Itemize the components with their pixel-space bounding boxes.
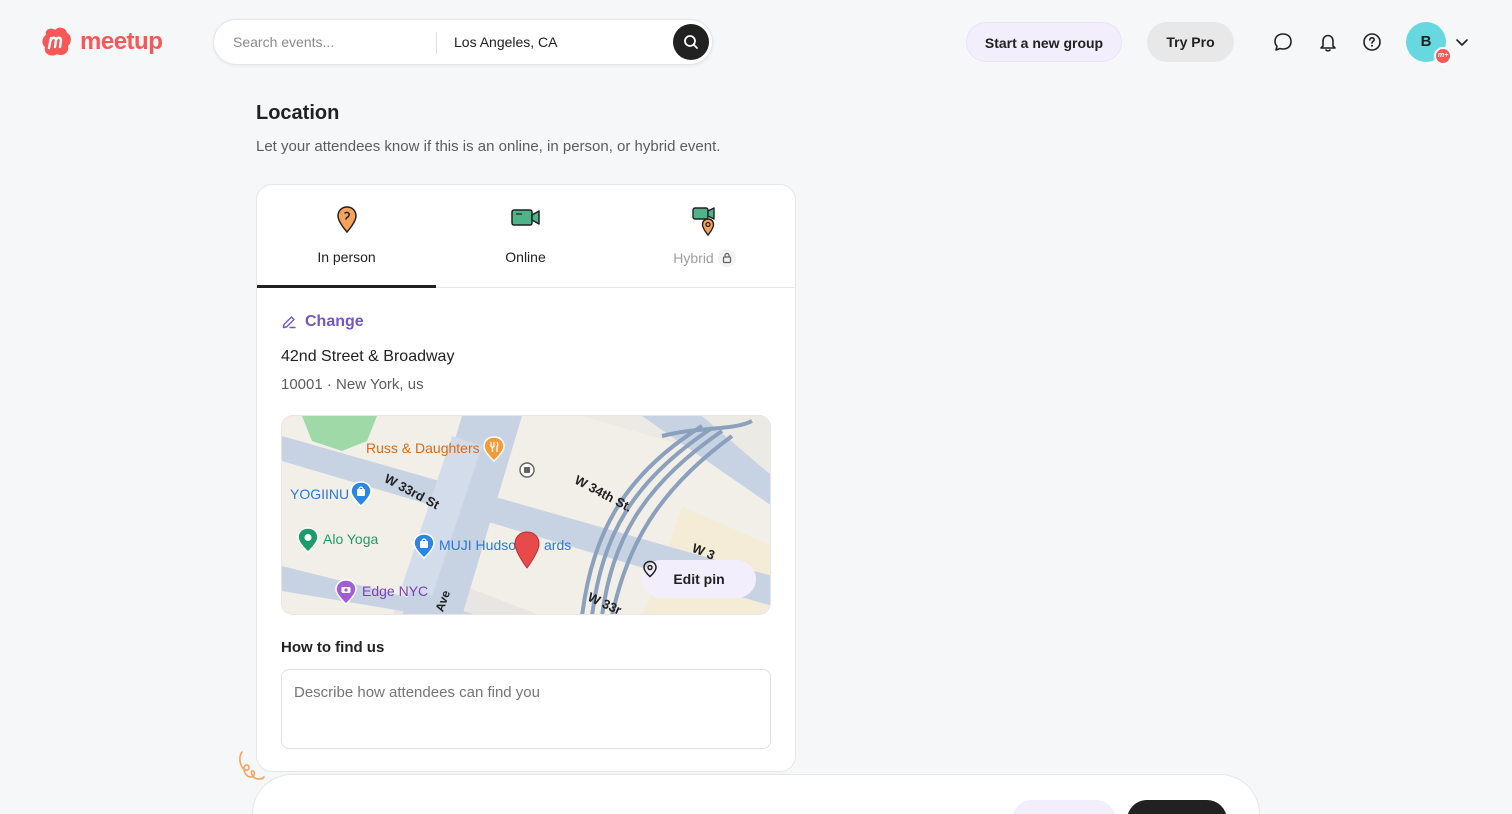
location-type-tabs: In person Online Hybrid	[257, 185, 795, 288]
video-camera-icon	[510, 209, 540, 226]
lock-icon	[717, 249, 736, 267]
search-bar: Search events... Los Angeles, CA	[213, 19, 713, 65]
how-to-find-us-input[interactable]	[281, 669, 771, 749]
decorative-squiggle-icon	[239, 751, 265, 780]
tab-label-online: Online	[505, 249, 546, 265]
start-new-group-button[interactable]: Start a new group	[966, 22, 1122, 62]
pin-outline-icon	[643, 560, 657, 578]
map-label-edge: Edge NYC	[362, 583, 429, 599]
change-location-button[interactable]: Change	[281, 313, 364, 331]
messages-button[interactable]	[1271, 30, 1295, 54]
address-line1: 42nd Street & Broadway	[281, 348, 455, 365]
pro-badge: m+	[1434, 47, 1452, 65]
map-pin-icon	[336, 206, 357, 234]
section-title: Location	[256, 102, 340, 124]
chevron-down-icon[interactable]	[1454, 34, 1470, 50]
attraction-marker-icon	[335, 579, 357, 606]
primary-action-button[interactable]	[1127, 800, 1227, 814]
help-circle-icon	[1363, 33, 1381, 51]
top-nav: meetup Search events... Los Angeles, CA …	[0, 0, 1512, 84]
how-to-find-us-label: How to find us	[281, 639, 385, 656]
tab-in-person[interactable]: In person	[257, 185, 436, 288]
edit-pin-label: Edit pin	[673, 571, 725, 587]
tab-label-hybrid-text: Hybrid	[673, 250, 714, 266]
map-label-russ: Russ & Daughters	[366, 440, 480, 456]
address-line2: 10001 · New York, us	[281, 376, 424, 393]
tab-hybrid[interactable]: Hybrid	[615, 185, 794, 288]
search-input[interactable]: Search events...	[233, 20, 334, 64]
bell-icon	[1320, 34, 1336, 52]
location-input[interactable]: Los Angeles, CA	[454, 20, 558, 64]
brand-name: meetup	[80, 28, 163, 55]
fitness-marker-icon	[297, 527, 319, 554]
pencil-icon	[282, 316, 296, 329]
location-pin-icon	[514, 531, 540, 569]
change-label: Change	[305, 313, 364, 330]
map-label-alo: Alo Yoga	[323, 531, 379, 547]
map-label-muji-tail: ards	[544, 537, 572, 553]
shopping-marker-icon	[413, 533, 435, 560]
help-button[interactable]	[1360, 30, 1384, 54]
tab-online[interactable]: Online	[436, 185, 615, 288]
section-subtitle: Let your attendees know if this is an on…	[256, 138, 721, 155]
map-label-yogiinu: YOGIINU	[290, 486, 350, 502]
edit-pin-button[interactable]: Edit pin	[642, 560, 756, 598]
chat-bubble-icon	[1274, 33, 1292, 51]
tab-label-in-person: In person	[317, 249, 376, 265]
restaurant-marker-icon	[483, 436, 505, 463]
location-map[interactable]: Russ & Daughters YOGIINU W 33rd St W 34t…	[281, 415, 771, 615]
shopping-marker-icon	[350, 481, 372, 508]
search-divider	[436, 32, 437, 54]
notifications-button[interactable]	[1316, 30, 1340, 54]
hybrid-icon	[691, 207, 715, 237]
try-pro-button[interactable]: Try Pro	[1147, 22, 1234, 62]
meetup-logo[interactable]: meetup	[40, 25, 163, 59]
meetup-logo-icon	[42, 27, 71, 56]
location-card: In person Online Hybrid Change 42nd Stre…	[256, 184, 796, 772]
search-button[interactable]	[673, 24, 709, 60]
search-icon	[684, 35, 698, 49]
tab-label-hybrid: Hybrid	[615, 249, 794, 267]
secondary-action-button[interactable]	[1012, 800, 1116, 814]
map-label-muji: MUJI Hudso	[439, 537, 517, 553]
